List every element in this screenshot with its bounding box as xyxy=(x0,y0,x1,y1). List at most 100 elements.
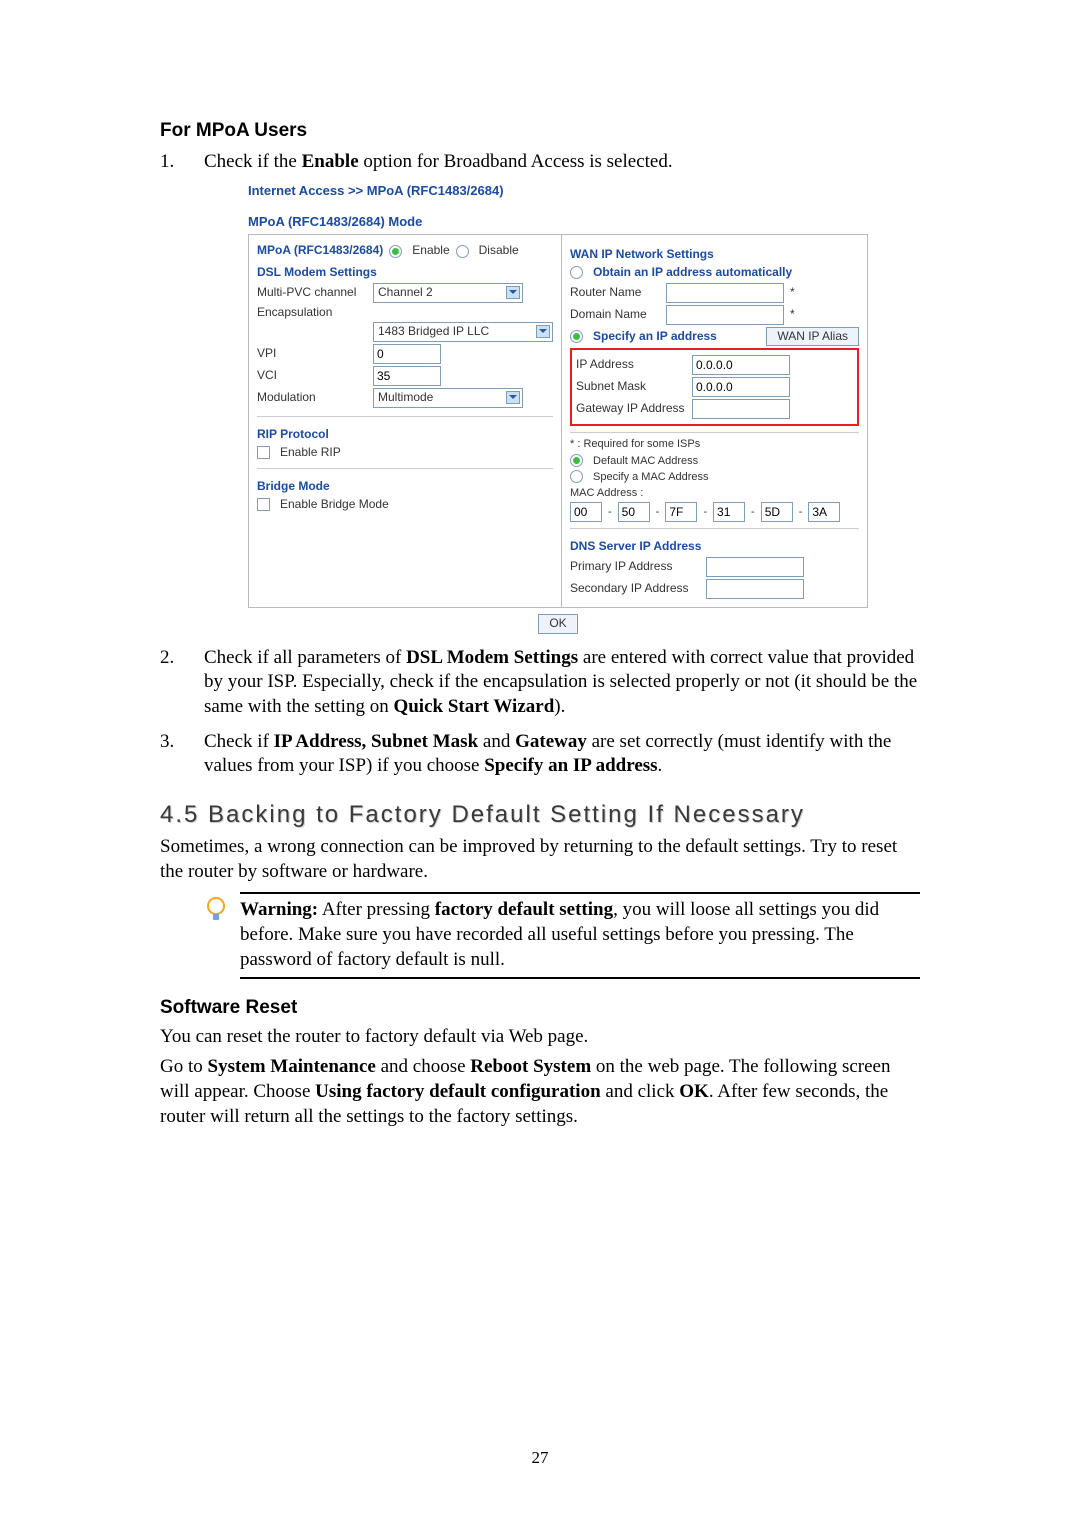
dsl-heading: DSL Modem Settings xyxy=(257,265,553,281)
specify-mac-radio[interactable] xyxy=(570,470,583,483)
specify-mac-label: Specify a MAC Address xyxy=(593,470,709,484)
subnet-label: Subnet Mask xyxy=(576,379,686,395)
step1-pre: Check if the xyxy=(204,151,302,172)
wan-ip-alias-button[interactable]: WAN IP Alias xyxy=(766,327,859,347)
encaps-select[interactable]: 1483 Bridged IP LLC xyxy=(373,322,553,342)
router-name-label: Router Name xyxy=(570,285,660,301)
lightbulb-icon xyxy=(204,896,228,929)
chevron-down-icon xyxy=(509,395,517,399)
dns-heading: DNS Server IP Address xyxy=(570,539,859,555)
page-number: 27 xyxy=(0,1448,1080,1468)
primary-ip-input[interactable] xyxy=(706,557,804,577)
enable-bridge-checkbox[interactable] xyxy=(257,498,270,511)
domain-name-label: Domain Name xyxy=(570,307,660,323)
mac-0[interactable] xyxy=(570,502,602,522)
swr-pre: Go to xyxy=(160,1056,208,1077)
section-45-intro: Sometimes, a wrong connection can be imp… xyxy=(160,835,920,884)
obtain-auto-radio[interactable] xyxy=(570,266,583,279)
step-2: 2. Check if all parameters of DSL Modem … xyxy=(160,646,920,720)
mpoa-enable-row: MPoA (RFC1483/2684) Enable Disable xyxy=(257,243,553,259)
obtain-auto-label: Obtain an IP address automatically xyxy=(593,265,792,281)
software-reset-p1: You can reset the router to factory defa… xyxy=(160,1025,920,1050)
step2-b2: Quick Start Wizard xyxy=(393,696,554,717)
mac-3[interactable] xyxy=(713,502,745,522)
warning-block: Warning: After pressing factory default … xyxy=(204,892,920,978)
wan-heading: WAN IP Network Settings xyxy=(570,247,859,263)
step-1: 1. Check if the Enable option for Broadb… xyxy=(160,150,920,634)
vpi-input[interactable] xyxy=(373,344,441,364)
multipvc-select[interactable]: Channel 2 xyxy=(373,283,523,303)
step2-b1: DSL Modem Settings xyxy=(406,647,578,668)
enable-radio[interactable] xyxy=(389,245,402,258)
step2-pre: Check if all parameters of xyxy=(204,647,406,668)
disable-radio[interactable] xyxy=(456,245,469,258)
gateway-input[interactable] xyxy=(692,399,790,419)
modulation-label: Modulation xyxy=(257,390,367,406)
ip-label: IP Address xyxy=(576,357,686,373)
step3-b2: Gateway xyxy=(515,731,587,752)
required-star: * xyxy=(790,307,795,323)
default-mac-label: Default MAC Address xyxy=(593,454,698,468)
modulation-select[interactable]: Multimode xyxy=(373,388,523,408)
ip-highlight-box: IP Address Subnet Mask Gateway IP Addres… xyxy=(570,348,859,426)
swr-b3: Using factory default configuration xyxy=(315,1081,601,1102)
section-45-heading: 4.5 Backing to Factory Default Setting I… xyxy=(160,801,920,829)
vci-label: VCI xyxy=(257,368,367,384)
encaps-label: Encapsulation xyxy=(257,305,367,321)
disable-label: Disable xyxy=(479,243,519,259)
software-reset-p2: Go to System Maintenance and choose Rebo… xyxy=(160,1055,920,1129)
swr-mid3: and click xyxy=(601,1081,680,1102)
isp-note: * : Required for some ISPs xyxy=(570,437,859,451)
mac-label: MAC Address : xyxy=(570,486,859,500)
modulation-value: Multimode xyxy=(378,390,433,406)
rip-heading: RIP Protocol xyxy=(257,427,553,443)
specify-ip-radio[interactable] xyxy=(570,330,583,343)
step1-post: option for Broadband Access is selected. xyxy=(359,151,673,172)
gateway-label: Gateway IP Address xyxy=(576,401,686,417)
warning-b2: factory default setting xyxy=(435,899,613,920)
bridge-heading: Bridge Mode xyxy=(257,479,553,495)
vpi-label: VPI xyxy=(257,346,367,362)
breadcrumb: Internet Access >> MPoA (RFC1483/2684) xyxy=(248,183,868,200)
enable-rip-checkbox[interactable] xyxy=(257,446,270,459)
router-screenshot: Internet Access >> MPoA (RFC1483/2684) M… xyxy=(248,183,868,634)
step3-b1: IP Address, Subnet Mask xyxy=(274,731,479,752)
step3-b3: Specify an IP address xyxy=(484,755,657,776)
secondary-ip-label: Secondary IP Address xyxy=(570,581,700,597)
step2-post: ). xyxy=(554,696,565,717)
swr-b1: System Maintenance xyxy=(208,1056,376,1077)
enable-bridge-label: Enable Bridge Mode xyxy=(280,497,389,513)
mode-title: MPoA (RFC1483/2684) Mode xyxy=(248,214,868,231)
specify-ip-label: Specify an IP address xyxy=(593,329,717,345)
ip-input[interactable] xyxy=(692,355,790,375)
subnet-input[interactable] xyxy=(692,377,790,397)
chevron-down-icon xyxy=(539,329,547,333)
secondary-ip-input[interactable] xyxy=(706,579,804,599)
mac-1[interactable] xyxy=(618,502,650,522)
router-name-input[interactable] xyxy=(666,283,784,303)
primary-ip-label: Primary IP Address xyxy=(570,559,700,575)
swr-mid1: and choose xyxy=(376,1056,470,1077)
enable-rip-label: Enable RIP xyxy=(280,445,341,461)
step3-pre: Check if xyxy=(204,731,274,752)
multipvc-value: Channel 2 xyxy=(378,285,433,301)
ok-button[interactable]: OK xyxy=(538,614,577,634)
step3-mid1: and xyxy=(478,731,515,752)
vci-input[interactable] xyxy=(373,366,441,386)
warning-mid1: After pressing xyxy=(318,899,435,920)
domain-name-input[interactable] xyxy=(666,305,784,325)
mpoa-label: MPoA (RFC1483/2684) xyxy=(257,243,383,259)
mac-5[interactable] xyxy=(808,502,840,522)
mac-4[interactable] xyxy=(761,502,793,522)
enable-label: Enable xyxy=(412,243,449,259)
mac-address-row: - - - - - xyxy=(570,502,859,522)
default-mac-radio[interactable] xyxy=(570,454,583,467)
required-star: * xyxy=(790,285,795,301)
software-reset-heading: Software Reset xyxy=(160,997,920,1019)
swr-b2: Reboot System xyxy=(470,1056,591,1077)
mac-2[interactable] xyxy=(665,502,697,522)
swr-b4: OK xyxy=(679,1081,709,1102)
warning-label: Warning: xyxy=(240,899,318,920)
mpoa-users-heading: For MPoA Users xyxy=(160,120,920,142)
step-3: 3. Check if IP Address, Subnet Mask and … xyxy=(160,730,920,779)
